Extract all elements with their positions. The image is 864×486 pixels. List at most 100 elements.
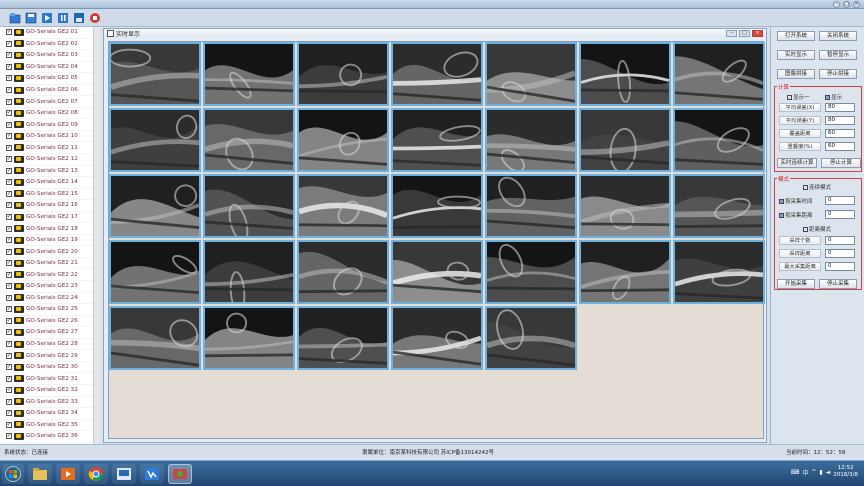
camera-feed-tile[interactable] — [109, 306, 201, 370]
camera-checkbox[interactable]: ✓ — [6, 421, 12, 428]
cover-distance-field[interactable]: 60 — [825, 129, 855, 138]
keyboard-icon[interactable]: ⌨ — [791, 469, 800, 476]
maximize-icon[interactable]: □ — [843, 1, 850, 8]
camera-checkbox[interactable]: ✓ — [6, 317, 12, 324]
camera-list-item[interactable]: ✓ GO-Serials GE2 22 — [0, 269, 99, 282]
camera-feed-tile[interactable] — [579, 240, 671, 304]
camera-checkbox[interactable]: ✓ — [6, 248, 12, 255]
open-system-button[interactable]: 打开系统 — [777, 31, 815, 41]
camera-list-item[interactable]: ✓ GO-Serials GE2 19 — [0, 235, 99, 247]
camera-feed-tile[interactable] — [391, 108, 483, 172]
camera-feed-tile[interactable] — [109, 240, 201, 304]
camera-list-item[interactable]: ✓ GO-Serials GE2 31 — [0, 373, 99, 385]
camera-feed-tile[interactable] — [391, 240, 483, 304]
avg-error-x-field[interactable]: 80 — [825, 103, 855, 112]
camera-feed-tile[interactable] — [203, 174, 295, 238]
by-distance-field[interactable]: 0 — [825, 210, 855, 219]
camera-checkbox[interactable]: ✓ — [6, 214, 12, 221]
camera-feed-tile[interactable] — [673, 240, 765, 304]
close-icon[interactable]: × — [853, 1, 860, 8]
stop-stitch-button[interactable]: 停止拼接 — [819, 69, 857, 79]
window-minimize-button[interactable]: – — [726, 30, 737, 37]
camera-app-icon[interactable] — [168, 464, 192, 484]
camera-checkbox[interactable]: ✓ — [6, 398, 12, 405]
camera-checkbox[interactable]: ✓ — [6, 52, 12, 59]
camera-feed-tile[interactable] — [203, 240, 295, 304]
stop-calc-button[interactable]: 停止计算 — [821, 158, 861, 168]
camera-list-item[interactable]: ✓ GO-Serials GE2 30 — [0, 362, 99, 374]
windows-start-icon[interactable] — [2, 464, 24, 484]
camera-feed-tile[interactable] — [391, 42, 483, 106]
camera-list-item[interactable]: ✓ GO-Serials GE2 29 — [0, 350, 99, 362]
sample-distance-field[interactable]: 0 — [825, 249, 855, 258]
distance-mode-option[interactable]: ✓ 距离模式 — [803, 225, 831, 233]
camera-checkbox[interactable]: ✓ — [6, 306, 12, 313]
camera-checkbox[interactable]: ✓ — [6, 352, 12, 359]
camera-feed-tile[interactable] — [485, 240, 577, 304]
save-icon[interactable] — [24, 11, 38, 25]
camera-checkbox[interactable]: ✓ — [6, 29, 12, 36]
camera-feed-tile[interactable] — [297, 306, 389, 370]
camera-list-item[interactable]: ✓ GO-Serials GE2 20 — [0, 246, 99, 258]
continuous-mode-option[interactable]: ✓ 连续模式 — [803, 183, 831, 191]
camera-checkbox[interactable]: ✓ — [6, 87, 12, 93]
camera-list-item[interactable]: ✓ GO-Serials GE2 06 — [0, 85, 99, 97]
camera-list-item[interactable]: ✓ GO-Serials GE2 08 — [0, 108, 99, 120]
camera-list-item[interactable]: ✓ GO-Serials GE2 17 — [0, 212, 99, 224]
camera-checkbox[interactable]: ✓ — [6, 63, 12, 70]
camera-feed-tile[interactable] — [391, 174, 483, 238]
camera-list-item[interactable]: ✓ GO-Serials GE2 09 — [0, 119, 99, 131]
camera-list-item[interactable]: ✓ GO-Serials GE2 26 — [0, 316, 99, 328]
camera-list-item[interactable]: ✓ GO-Serials GE2 18 — [0, 223, 99, 235]
camera-feed-tile[interactable] — [297, 174, 389, 238]
camera-list-item[interactable]: ✓ GO-Serials GE2 23 — [0, 281, 99, 293]
camera-list-item[interactable]: ✓ GO-Serials GE2 05 — [0, 73, 99, 85]
camera-list-item[interactable]: ✓ GO-Serials GE2 21 — [0, 258, 99, 270]
camera-checkbox[interactable]: ✓ — [6, 329, 12, 336]
camera-feed-tile[interactable] — [673, 108, 765, 172]
app-icon[interactable] — [112, 464, 136, 484]
pause-display-button[interactable]: 暂停显示 — [819, 50, 857, 60]
taskbar-clock[interactable]: 12:52 2018/3/8 — [833, 465, 858, 479]
single-option[interactable]: ✓ 显示一 — [787, 93, 810, 101]
overlap-field[interactable]: 60 — [825, 142, 855, 151]
camera-checkbox[interactable]: ✓ — [6, 202, 12, 209]
camera-checkbox[interactable]: ✓ — [6, 133, 12, 140]
camera-feed-tile[interactable] — [673, 42, 765, 106]
camera-list-item[interactable]: ✓ GO-Serials GE2 15 — [0, 189, 99, 201]
camera-checkbox[interactable]: ✓ — [6, 341, 12, 348]
camera-checkbox[interactable]: ✓ — [6, 294, 12, 301]
max-distance-field[interactable]: 0 — [825, 262, 855, 271]
visual-studio-icon[interactable] — [140, 464, 164, 484]
camera-checkbox[interactable]: ✓ — [6, 110, 12, 117]
camera-list-item[interactable]: ✓ GO-Serials GE2 02 — [0, 39, 99, 51]
camera-feed-tile[interactable] — [297, 108, 389, 172]
camera-checkbox[interactable]: ✓ — [6, 144, 12, 151]
stop-collect-button[interactable]: 停止采集 — [819, 279, 857, 289]
network-icon[interactable]: ▮ — [819, 469, 822, 476]
camera-checkbox[interactable]: ✓ — [6, 271, 12, 278]
minimize-icon[interactable]: – — [833, 1, 840, 8]
camera-list-item[interactable]: ✓ GO-Serials GE2 33 — [0, 397, 99, 409]
media-player-icon[interactable] — [56, 464, 80, 484]
camera-feed-tile[interactable] — [485, 306, 577, 370]
camera-checkbox[interactable]: ✓ — [6, 40, 12, 47]
camera-feed-tile[interactable] — [485, 42, 577, 106]
folder-icon[interactable] — [8, 11, 22, 25]
camera-list-item[interactable]: ✓ GO-Serials GE2 35 — [0, 420, 99, 432]
sample-count-field[interactable]: 0 — [825, 236, 855, 245]
camera-checkbox[interactable]: ✓ — [6, 433, 12, 440]
camera-list-scrollbar[interactable] — [93, 27, 100, 444]
camera-checkbox[interactable]: ✓ — [6, 190, 12, 197]
camera-checkbox[interactable]: ✓ — [6, 121, 12, 128]
camera-list-item[interactable]: ✓ GO-Serials GE2 25 — [0, 304, 99, 316]
play-icon[interactable] — [40, 11, 54, 25]
realtime-calc-button[interactable]: 实时连续计算 — [777, 158, 817, 168]
camera-checkbox[interactable]: ✓ — [6, 225, 12, 232]
camera-checkbox[interactable]: ✓ — [6, 167, 12, 174]
camera-list-item[interactable]: ✓ GO-Serials GE2 07 — [0, 96, 99, 108]
camera-list-item[interactable]: ✓ GO-Serials GE2 36 — [0, 431, 99, 443]
camera-checkbox[interactable]: ✓ — [6, 375, 12, 382]
camera-checkbox[interactable]: ✓ — [6, 260, 12, 267]
chrome-icon[interactable] — [84, 464, 108, 484]
